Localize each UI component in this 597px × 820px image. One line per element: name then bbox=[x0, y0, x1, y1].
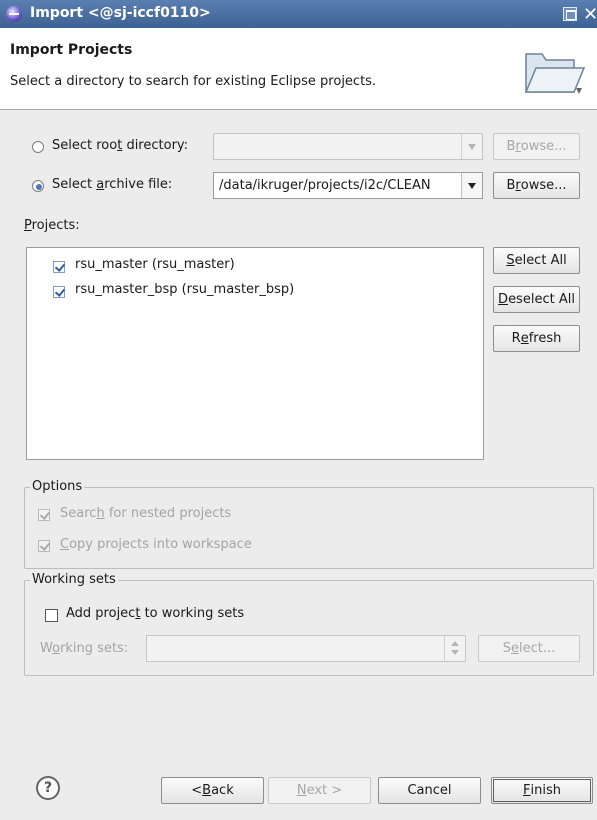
dialog-header: Import Projects Select a directory to se… bbox=[0, 28, 597, 110]
maximize-icon[interactable] bbox=[563, 7, 577, 21]
archive-browse-button[interactable]: Br owse... bbox=[493, 172, 580, 199]
refresh-button[interactable]: Re fresh bbox=[493, 325, 580, 352]
working-sets-legend: Working sets bbox=[30, 572, 118, 587]
root-directory-radio[interactable] bbox=[32, 141, 44, 153]
working-sets-select-button[interactable]: Se lect... bbox=[478, 635, 580, 662]
next-button[interactable]: Next > bbox=[268, 777, 371, 804]
page-description: Select a directory to search for existin… bbox=[10, 74, 377, 89]
add-to-working-sets-checkbox[interactable] bbox=[45, 609, 58, 622]
archive-combo-arrow[interactable] bbox=[461, 173, 482, 198]
projects-list[interactable]: rsu_master (rsu_master) rsu_master_bsp (… bbox=[26, 247, 484, 460]
folder-icon bbox=[524, 53, 586, 94]
back-button[interactable]: < Back bbox=[161, 777, 264, 804]
list-item[interactable]: rsu_master (rsu_master) bbox=[75, 257, 235, 272]
help-icon[interactable]: ? bbox=[36, 776, 60, 800]
working-sets-combo[interactable] bbox=[146, 635, 466, 662]
archive-file-value: /data/ikruger/projects/i2c/CLEAN bbox=[219, 178, 431, 193]
select-all-button[interactable]: Select All bbox=[493, 247, 580, 274]
deselect-all-button[interactable]: Deselect All bbox=[493, 286, 580, 313]
window-title: Import <@sj-iccf0110> bbox=[30, 5, 211, 21]
spinner-icon[interactable] bbox=[444, 636, 465, 661]
page-title: Import Projects bbox=[10, 42, 133, 58]
chevron-down-icon bbox=[468, 183, 476, 189]
nested-projects-label: Search for nested projects bbox=[60, 506, 232, 521]
eclipse-icon bbox=[6, 6, 22, 22]
project-checkbox-rsu-master-bsp[interactable] bbox=[53, 286, 65, 298]
archive-file-label: Select archive file: bbox=[52, 177, 173, 192]
root-directory-combo[interactable] bbox=[213, 133, 483, 160]
nested-projects-checkbox[interactable] bbox=[38, 509, 50, 521]
root-directory-label: Select root directory: bbox=[52, 138, 189, 153]
project-checkbox-rsu-master[interactable] bbox=[53, 261, 65, 273]
add-to-working-sets-label: Add project to working sets bbox=[66, 606, 245, 621]
options-group bbox=[24, 487, 594, 569]
root-browse-button[interactable]: Br owse... bbox=[493, 133, 580, 160]
title-bar[interactable]: Import <@sj-iccf0110> ✕ bbox=[0, 0, 597, 28]
root-combo-arrow[interactable] bbox=[461, 134, 482, 159]
copy-projects-checkbox[interactable] bbox=[38, 540, 50, 552]
close-icon[interactable]: ✕ bbox=[583, 4, 597, 25]
cancel-button[interactable]: Cancel bbox=[378, 777, 481, 804]
projects-label: Projects: bbox=[24, 218, 80, 233]
finish-button[interactable]: Finish bbox=[491, 777, 593, 804]
dialog-body bbox=[0, 110, 597, 820]
list-item[interactable]: rsu_master_bsp (rsu_master_bsp) bbox=[75, 282, 294, 297]
archive-file-combo[interactable]: /data/ikruger/projects/i2c/CLEAN bbox=[213, 172, 483, 199]
working-sets-label: Working sets: bbox=[40, 641, 129, 656]
options-legend: Options bbox=[30, 479, 85, 494]
chevron-down-icon bbox=[468, 144, 476, 150]
copy-projects-label: Copy projects into workspace bbox=[60, 537, 252, 552]
archive-file-radio[interactable] bbox=[32, 180, 44, 192]
